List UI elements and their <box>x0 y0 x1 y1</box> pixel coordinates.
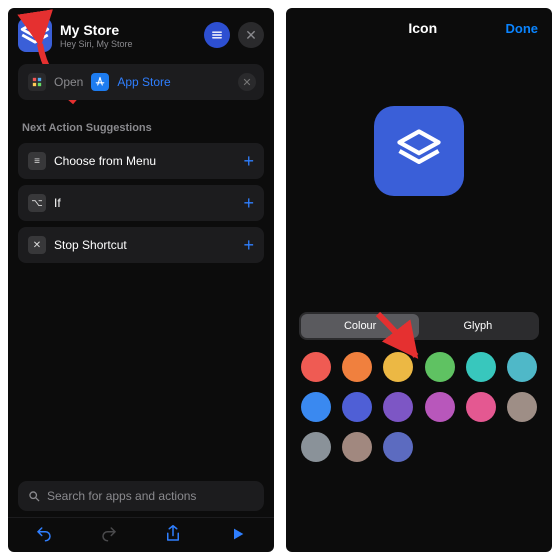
done-button[interactable]: Done <box>506 21 539 36</box>
colour-swatch[interactable] <box>383 432 413 462</box>
colour-swatch[interactable] <box>466 352 496 382</box>
layers-icon <box>393 125 445 177</box>
suggestion-row[interactable]: ✕ Stop Shortcut + <box>18 227 264 263</box>
close-icon: ✕ <box>245 27 257 44</box>
add-icon: + <box>243 194 254 212</box>
tab-glyph[interactable]: Glyph <box>419 314 537 338</box>
share-icon <box>164 524 182 544</box>
toolbar <box>8 517 274 552</box>
siri-phrase: Hey Siri, My Store <box>60 39 196 49</box>
run-button[interactable] <box>222 526 254 542</box>
search-icon <box>28 490 41 503</box>
suggestion-label: Choose from Menu <box>54 154 235 168</box>
shortcut-title: My Store <box>60 22 196 38</box>
stop-icon: ✕ <box>28 236 46 254</box>
menu-lines-icon <box>210 28 224 42</box>
menu-icon: ≡ <box>28 152 46 170</box>
header: My Store Hey Siri, My Store ✕ <box>8 8 274 60</box>
colour-swatch[interactable] <box>301 392 331 422</box>
colour-swatch[interactable] <box>342 392 372 422</box>
colour-swatch[interactable] <box>342 432 372 462</box>
search-input[interactable]: Search for apps and actions <box>18 481 264 511</box>
add-icon: + <box>243 236 254 254</box>
colour-swatch[interactable] <box>383 352 413 382</box>
undo-icon <box>35 525 53 543</box>
suggestions-header: Next Action Suggestions <box>22 122 260 134</box>
appstore-icon <box>91 73 109 91</box>
suggestion-row[interactable]: ≡ Choose from Menu + <box>18 143 264 179</box>
icon-picker-screen: Icon Done Colour Glyph <box>286 8 552 552</box>
redo-icon <box>100 525 118 543</box>
segmented-control: Colour Glyph <box>299 312 538 340</box>
open-action-row[interactable]: Open App Store ✕ <box>18 64 264 100</box>
colour-swatch[interactable] <box>466 392 496 422</box>
open-target: App Store <box>117 75 170 89</box>
close-icon: ✕ <box>242 76 251 89</box>
colour-swatch[interactable] <box>425 352 455 382</box>
title-block: My Store Hey Siri, My Store <box>60 22 196 49</box>
colour-swatch[interactable] <box>507 392 537 422</box>
search-placeholder: Search for apps and actions <box>47 489 196 503</box>
icon-preview <box>374 106 464 196</box>
tab-colour[interactable]: Colour <box>301 314 419 338</box>
colour-swatch[interactable] <box>301 352 331 382</box>
colour-swatches <box>300 352 538 462</box>
shortcut-icon-button[interactable] <box>18 18 52 52</box>
suggestion-label: Stop Shortcut <box>54 238 235 252</box>
add-icon: + <box>243 152 254 170</box>
colour-swatch[interactable] <box>383 392 413 422</box>
branch-icon: ⌥ <box>28 194 46 212</box>
clear-action-button[interactable]: ✕ <box>238 73 256 91</box>
settings-button[interactable] <box>204 22 230 48</box>
grid-icon <box>28 73 46 91</box>
colour-swatch[interactable] <box>425 392 455 422</box>
undo-button[interactable] <box>28 525 60 543</box>
redo-button[interactable] <box>93 525 125 543</box>
close-button[interactable]: ✕ <box>238 22 264 48</box>
suggestion-label: If <box>54 196 235 210</box>
layers-icon <box>18 18 52 52</box>
colour-swatch[interactable] <box>301 432 331 462</box>
shortcut-editor-screen: My Store Hey Siri, My Store ✕ Open App S… <box>8 8 274 552</box>
play-icon <box>230 526 246 542</box>
open-label: Open <box>54 75 83 89</box>
colour-swatch[interactable] <box>342 352 372 382</box>
suggestion-row[interactable]: ⌥ If + <box>18 185 264 221</box>
share-button[interactable] <box>157 524 189 544</box>
page-title: Icon <box>408 20 437 36</box>
footer: Search for apps and actions <box>8 481 274 552</box>
colour-swatch[interactable] <box>507 352 537 382</box>
header: Icon Done <box>286 8 552 48</box>
